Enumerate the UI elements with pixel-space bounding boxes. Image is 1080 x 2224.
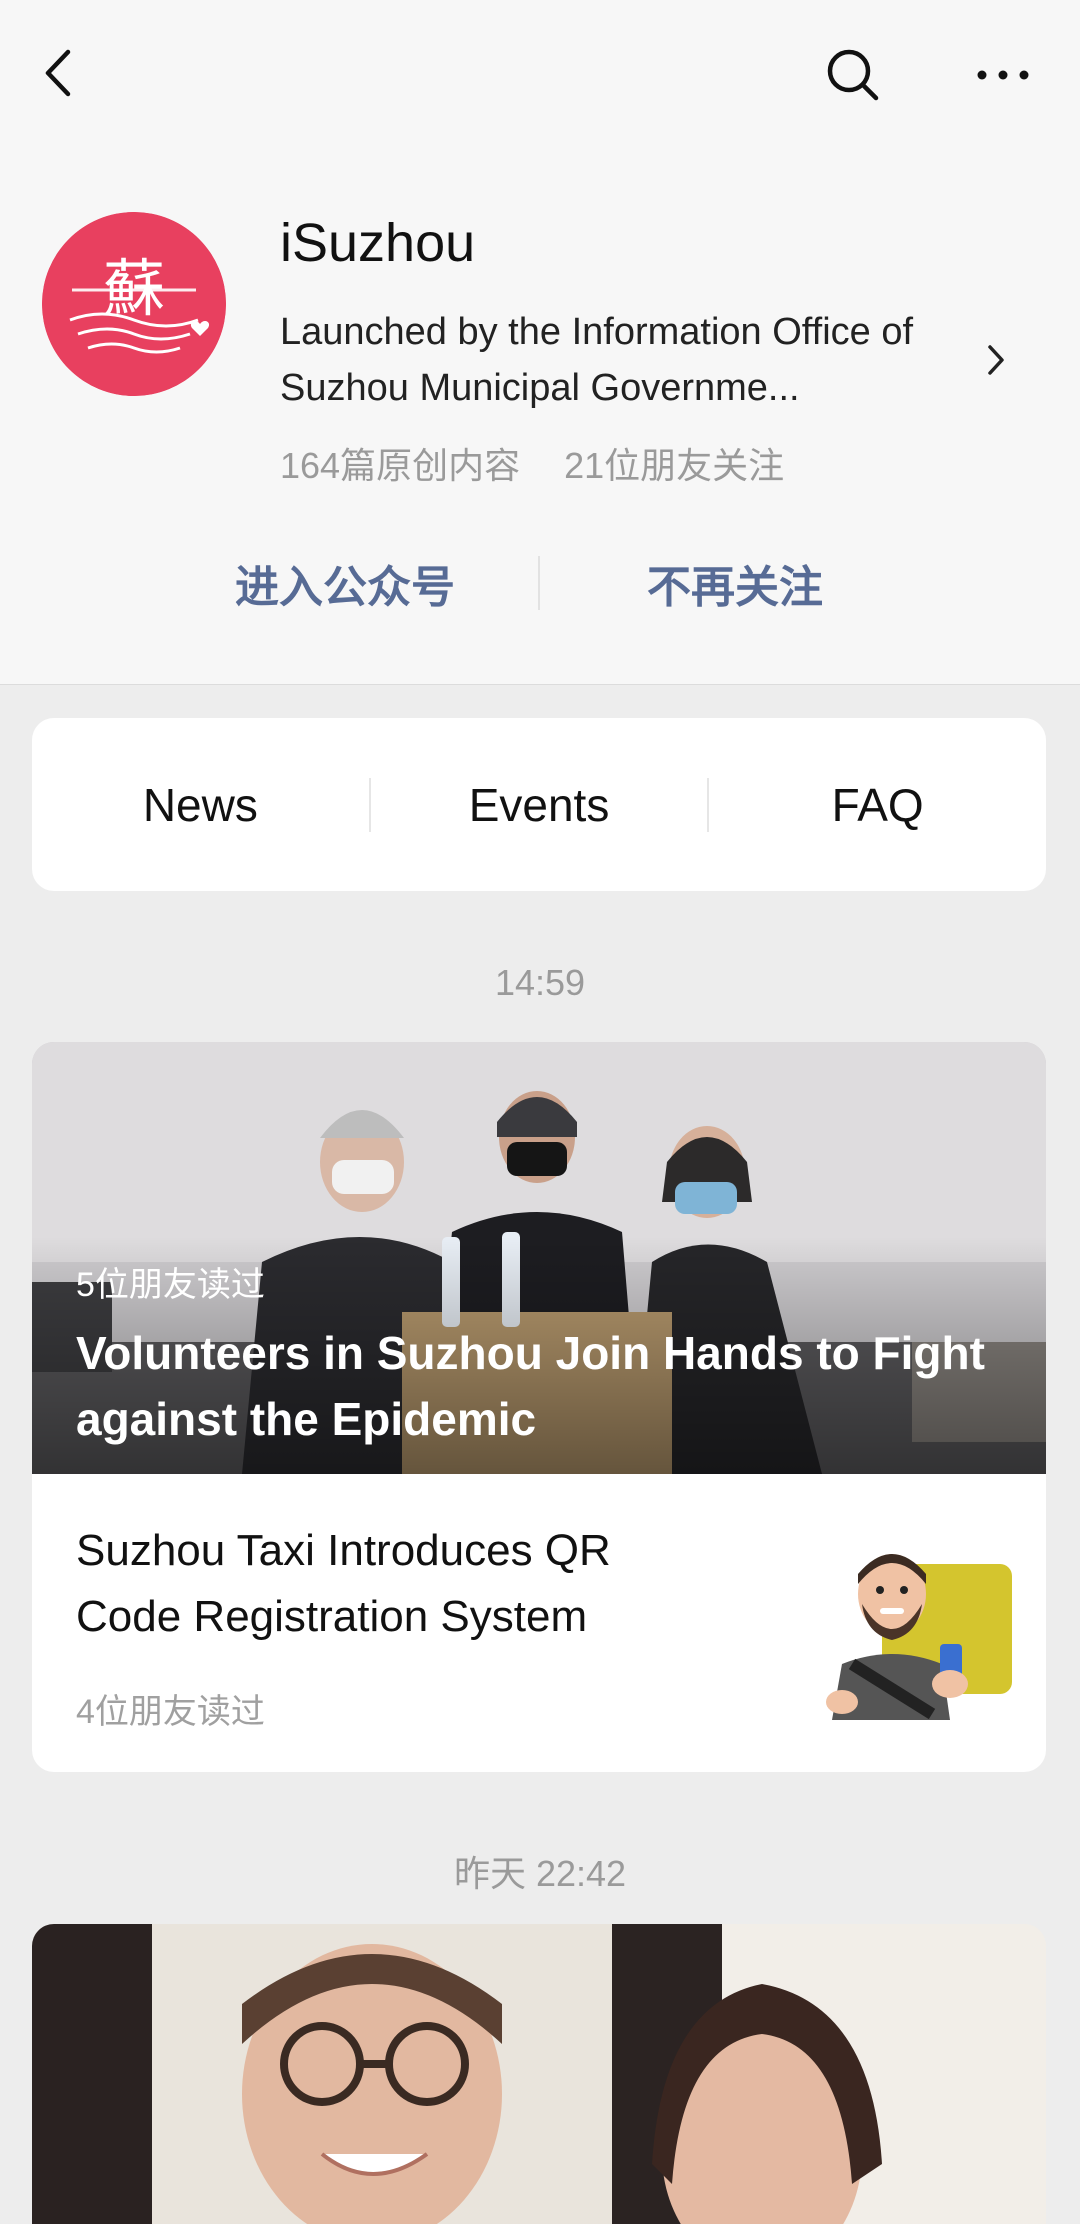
original-count: 164篇原创内容 <box>280 445 521 486</box>
article-group-card[interactable] <box>32 1924 1046 2224</box>
menu-item-news[interactable]: News <box>32 718 369 891</box>
menu-item-faq[interactable]: FAQ <box>709 718 1046 891</box>
article-group-card: 5位朋友读过 Volunteers in Suzhou Join Hands t… <box>32 1042 1046 1772</box>
search-icon <box>827 49 879 101</box>
account-actions: 进入公众号 不再关注 <box>0 538 1080 628</box>
friends-following: 21位朋友关注 <box>564 445 785 486</box>
more-horizontal-icon <box>977 70 1029 80</box>
account-stats: 164篇原创内容 21位朋友关注 <box>280 437 784 489</box>
account-menu: News Events FAQ <box>32 718 1046 891</box>
sub-article[interactable]: Suzhou Taxi Introduces QR Code Registrat… <box>32 1474 1046 1772</box>
action-divider <box>538 556 540 610</box>
account-description[interactable]: Launched by the Information Office of Su… <box>280 304 940 416</box>
enter-account-button[interactable]: 进入公众号 <box>190 538 500 628</box>
main-article-text: 5位朋友读过 Volunteers in Suzhou Join Hands t… <box>76 1257 1016 1452</box>
account-name: iSuzhou <box>280 213 476 273</box>
profile-detail-button[interactable] <box>976 330 1016 390</box>
more-button[interactable] <box>968 40 1038 110</box>
chevron-right-icon <box>988 345 1004 375</box>
sub-article-thumbnail <box>822 1524 1018 1720</box>
search-button[interactable] <box>818 40 888 110</box>
sub-article-read-count: 4位朋友读过 <box>76 1693 265 1731</box>
main-article-read-count: 5位朋友读过 <box>76 1266 265 1304</box>
sub-article-title: Suzhou Taxi Introduces QR Code Registrat… <box>76 1526 611 1641</box>
message-time: 14:59 <box>494 962 586 1003</box>
chevron-left-icon <box>45 49 71 97</box>
taxi-driver-illustration-icon <box>826 1554 1012 1720</box>
svg-text:蘇: 蘇 <box>103 252 165 325</box>
unfollow-button[interactable]: 不再关注 <box>580 538 890 628</box>
main-article-title: Volunteers in Suzhou Join Hands to Fight… <box>76 1327 985 1445</box>
back-button[interactable] <box>28 38 88 108</box>
top-nav-bar <box>0 0 1080 150</box>
main-article[interactable]: 5位朋友读过 Volunteers in Suzhou Join Hands t… <box>32 1042 1046 1474</box>
isuzhou-logo-icon: 蘇 <box>42 212 226 396</box>
menu-item-events[interactable]: Events <box>371 718 708 891</box>
message-time: 昨天 22:42 <box>453 1853 627 1894</box>
article-cover-image <box>32 1924 1046 2224</box>
avatar[interactable]: 蘇 <box>42 212 226 396</box>
account-profile: 蘇 iSuzhou Launched by the Information Of… <box>0 150 1080 685</box>
